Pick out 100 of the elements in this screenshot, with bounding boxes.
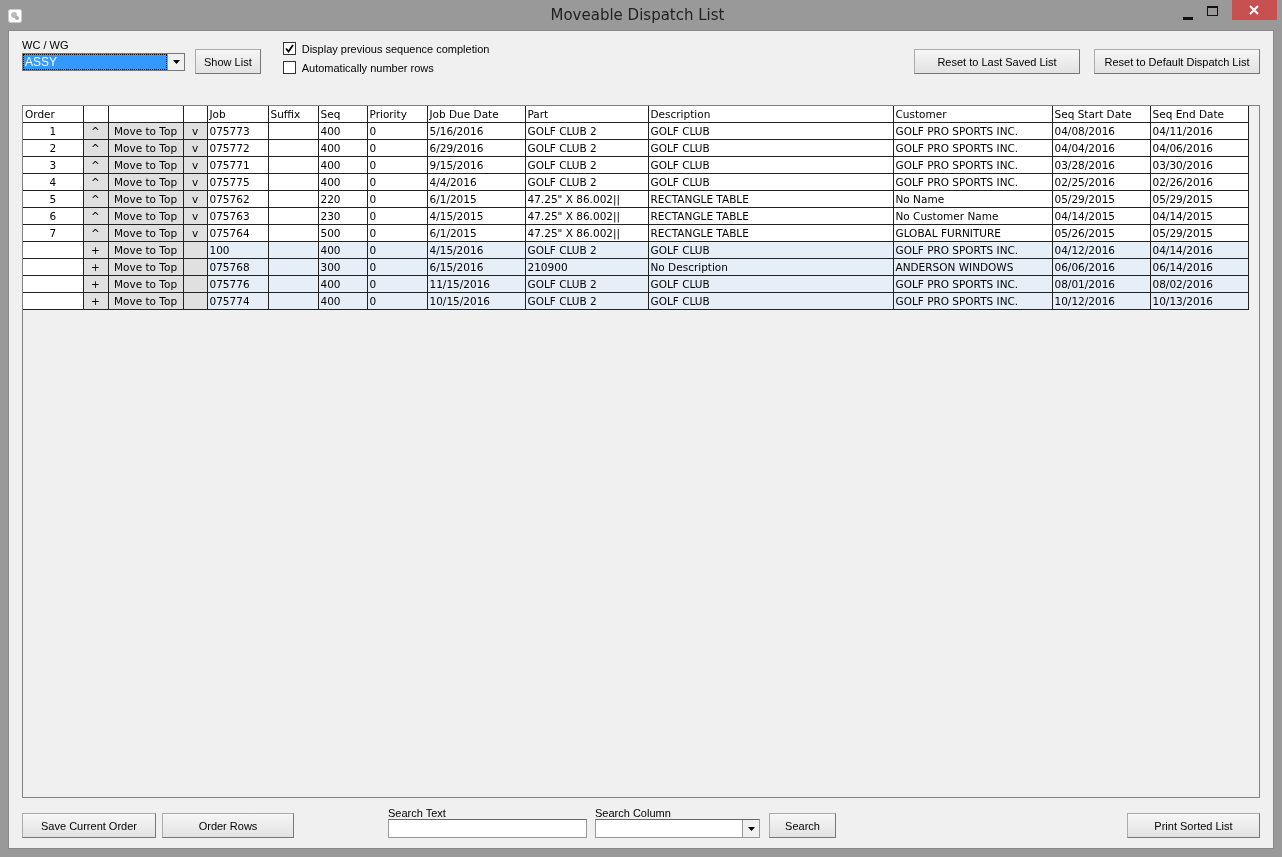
column-header[interactable]: Part [525,106,648,123]
table-cell: 075772 [207,139,268,157]
table-cell: GOLF PRO SPORTS INC. [893,292,1052,310]
table-cell: 47.25" X 86.002|| [525,224,648,242]
table-cell: 0 [367,122,427,140]
table-cell: 220 [318,190,367,208]
table-cell: RECTANGLE TABLE [648,190,893,208]
column-header[interactable]: Description [648,106,893,123]
table-cell: ANDERSON WINDOWS [893,258,1052,276]
table-cell: GOLF PRO SPORTS INC. [893,275,1052,293]
table-cell: 03/30/2016 [1150,156,1248,174]
column-header[interactable]: Seq Start Date [1052,106,1150,123]
table-cell: 400 [318,139,367,157]
table-cell: 4/15/2015 [427,207,525,225]
column-header[interactable]: Customer [893,106,1052,123]
table-cell: 075764 [207,224,268,242]
table-cell: 075774 [207,292,268,310]
table-cell: GOLF CLUB [648,292,893,310]
table-cell: 0 [367,241,427,259]
table-cell: 10/15/2016 [427,292,525,310]
column-header[interactable]: Seq End Date [1150,106,1248,123]
reset-button[interactable]: Reset to Default Dispatch List [1094,49,1260,74]
table-cell: 500 [318,224,367,242]
table-cell [268,122,318,140]
column-header[interactable]: Suffix [268,106,318,123]
table-cell: 9/15/2016 [427,156,525,174]
table-cell [268,173,318,191]
table-cell: 4/15/2016 [427,241,525,259]
column-header[interactable]: Job Due Date [427,106,525,123]
checkbox-label: Display previous sequence completion [301,42,490,55]
table-cell: 075768 [207,258,268,276]
column-header[interactable]: Job [207,106,268,123]
table-cell: 06/14/2016 [1150,258,1248,276]
table-cell: 04/08/2016 [1052,122,1150,140]
table-cell: 47.25" X 86.002|| [525,190,648,208]
table-cell: No Customer Name [893,207,1052,225]
column-header[interactable]: Seq [318,106,367,123]
table-cell: 075762 [207,190,268,208]
table-cell: GOLF CLUB 2 [525,241,648,259]
table-cell: 4/4/2016 [427,173,525,191]
table-cell: GOLF PRO SPORTS INC. [893,156,1052,174]
table-cell: RECTANGLE TABLE [648,224,893,242]
table-cell: 6/1/2015 [427,190,525,208]
table-cell: GOLF CLUB [648,241,893,259]
table-cell: GOLF PRO SPORTS INC. [893,241,1052,259]
table-cell [268,258,318,276]
checkbox[interactable] [282,42,296,55]
table-cell: 10/13/2016 [1150,292,1248,310]
order-rows-button[interactable]: Order Rows [162,813,294,838]
table-cell: 10/12/2016 [1052,292,1150,310]
search-column-dropdown[interactable] [595,819,760,838]
table-cell: 04/04/2016 [1052,139,1150,157]
reset-button[interactable]: Reset to Last Saved List [914,49,1080,74]
table-cell: 400 [318,241,367,259]
table-cell: GOLF PRO SPORTS INC. [893,139,1052,157]
table-cell: 04/06/2016 [1150,139,1248,157]
table-cell: RECTANGLE TABLE [648,207,893,225]
column-header[interactable]: Priority [367,106,427,123]
table-cell: 05/29/2015 [1052,190,1150,208]
table-cell: No Description [648,258,893,276]
table-cell: 210900 [525,258,648,276]
dropdown-arrow-icon [172,60,180,64]
table-cell: 0 [367,224,427,242]
table-cell: 47.25" X 86.002|| [525,207,648,225]
save-order-button[interactable]: Save Current Order [22,813,156,838]
table-cell: GOLF CLUB 2 [525,275,648,293]
table-cell: GOLF CLUB [648,156,893,174]
table-cell: 075763 [207,207,268,225]
table-cell: GOLF PRO SPORTS INC. [893,173,1052,191]
table-cell: 0 [367,258,427,276]
table-cell: 400 [318,122,367,140]
table-cell: 230 [318,207,367,225]
table-cell: GOLF CLUB [648,122,893,140]
table-cell: 075773 [207,122,268,140]
field-label: WC / WG [22,39,70,51]
maximize-icon[interactable] [1207,6,1218,16]
close-button[interactable] [1232,0,1277,20]
print-button[interactable]: Print Sorted List [1127,813,1260,838]
search-field[interactable] [388,819,587,838]
table-cell [268,207,318,225]
show-list-button[interactable]: Show List [195,49,261,74]
table-cell: 04/12/2016 [1052,241,1150,259]
search-button[interactable]: Search [769,813,836,838]
table-cell: 03/28/2016 [1052,156,1150,174]
table-cell: 05/26/2015 [1052,224,1150,242]
window-title: Moveable Dispatch List [549,6,725,24]
table-cell: GOLF CLUB 2 [525,122,648,140]
table-cell: 400 [318,292,367,310]
check-icon [284,44,294,53]
table-cell: GOLF CLUB [648,173,893,191]
app-icon [8,9,22,23]
checkbox[interactable] [282,61,296,74]
table-cell: 6/15/2016 [427,258,525,276]
table-cell: 06/06/2016 [1052,258,1150,276]
table-cell: 0 [367,292,427,310]
column-header[interactable]: Order [23,106,83,123]
table-cell: GOLF CLUB 2 [525,139,648,157]
table-cell: 08/01/2016 [1052,275,1150,293]
table-cell: 300 [318,258,367,276]
table-cell [268,224,318,242]
